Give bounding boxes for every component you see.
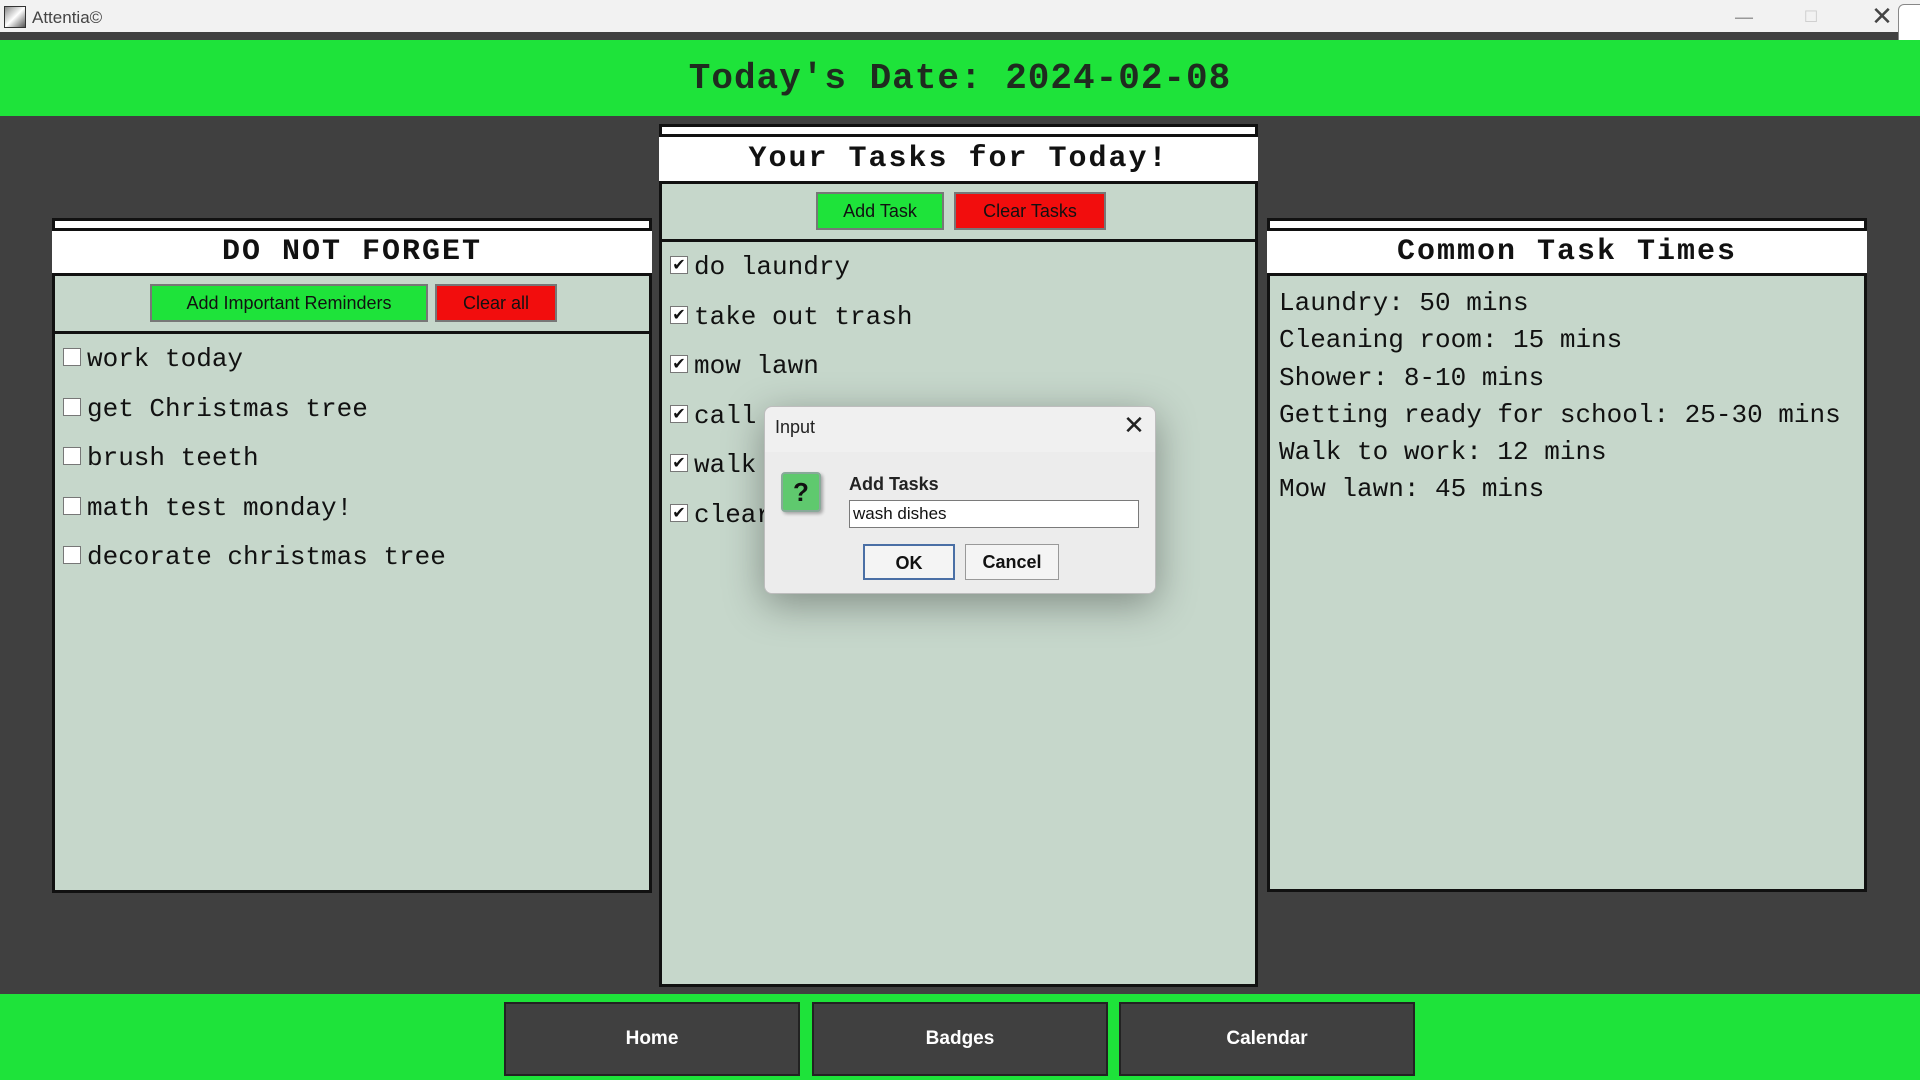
checkbox[interactable]	[63, 398, 81, 416]
clear-reminders-button[interactable]: Clear all	[435, 284, 557, 322]
tasks-list: ✔ do laundry ✔ take out trash ✔ mow lawn…	[659, 242, 1258, 987]
task-name-input[interactable]	[849, 500, 1139, 528]
bottom-nav-bar: Home Badges Calendar	[0, 994, 1920, 1080]
checkbox[interactable]: ✔	[670, 454, 688, 472]
clear-tasks-button[interactable]: Clear Tasks	[954, 192, 1106, 230]
task-time-item: Getting ready for school: 25-30 mins	[1279, 400, 1841, 430]
checkbox[interactable]: ✔	[670, 306, 688, 324]
tasks-button-bar: Add Task Clear Tasks	[659, 184, 1258, 242]
panel-top-strip	[1267, 218, 1867, 228]
cancel-button[interactable]: Cancel	[965, 544, 1059, 580]
todays-date: Today's Date: 2024-02-08	[688, 58, 1232, 99]
window-titlebar: Attentia© — ☐ ✕	[0, 0, 1920, 36]
reminder-label: brush teeth	[87, 443, 259, 473]
window-title: Attentia©	[32, 8, 103, 27]
add-task-dialog: Input ✕ ? Add Tasks OK Cancel	[764, 406, 1156, 594]
task-label: clear	[694, 500, 773, 530]
reminders-panel: DO NOT FORGET Add Important Reminders Cl…	[52, 218, 652, 893]
reminder-label: get Christmas tree	[87, 394, 368, 424]
reminders-button-bar: Add Important Reminders Clear all	[52, 276, 652, 334]
checkbox[interactable]	[63, 348, 81, 366]
nav-calendar-button[interactable]: Calendar	[1119, 1002, 1415, 1076]
tasks-title: Your Tasks for Today!	[659, 134, 1258, 184]
reminder-label: work today	[87, 344, 244, 374]
checkbox[interactable]	[63, 497, 81, 515]
task-label: take out trash	[694, 302, 913, 332]
nav-badges-button[interactable]: Badges	[812, 1002, 1108, 1076]
minimize-icon[interactable]: —	[1724, 2, 1764, 32]
add-task-button[interactable]: Add Task	[816, 192, 944, 230]
checkbox[interactable]: ✔	[670, 256, 688, 274]
task-label: walk	[694, 450, 757, 480]
maximize-icon[interactable]: ☐	[1791, 2, 1831, 32]
checkbox[interactable]: ✔	[670, 504, 688, 522]
task-label: call	[694, 401, 757, 431]
app-logo-icon	[4, 6, 26, 28]
date-header: Today's Date: 2024-02-08	[0, 40, 1920, 116]
add-reminder-button[interactable]: Add Important Reminders	[150, 284, 428, 322]
nav-home-button[interactable]: Home	[504, 1002, 800, 1076]
checkbox[interactable]	[63, 546, 81, 564]
task-times-panel: Common Task Times Laundry: 50 mins Clean…	[1267, 218, 1867, 892]
reminder-label: math test monday!	[87, 493, 353, 523]
checkbox[interactable]: ✔	[670, 355, 688, 373]
ok-button[interactable]: OK	[863, 544, 955, 580]
task-time-item: Mow lawn: 45 mins	[1279, 474, 1545, 504]
close-window-icon[interactable]: ✕	[1862, 2, 1902, 32]
task-time-item: Walk to work: 12 mins	[1279, 437, 1607, 467]
dialog-body: ? Add Tasks OK Cancel	[765, 452, 1155, 593]
task-label: mow lawn	[694, 351, 819, 381]
question-icon: ?	[781, 472, 821, 512]
reminder-label: decorate christmas tree	[87, 542, 446, 572]
panel-top-strip	[52, 218, 652, 228]
task-label: do laundry	[694, 252, 851, 282]
task-time-item: Laundry: 50 mins	[1279, 288, 1529, 318]
task-times-list: Laundry: 50 mins Cleaning room: 15 mins …	[1267, 276, 1867, 892]
reminders-list: work today get Christmas tree brush teet…	[52, 334, 652, 893]
task-time-item: Shower: 8-10 mins	[1279, 363, 1545, 393]
task-time-item: Cleaning room: 15 mins	[1279, 325, 1623, 355]
reminders-title: DO NOT FORGET	[52, 228, 652, 276]
checkbox[interactable]	[63, 447, 81, 465]
dialog-title: Input	[775, 417, 816, 437]
checkbox[interactable]: ✔	[670, 405, 688, 423]
panel-top-strip	[659, 124, 1258, 134]
task-times-title: Common Task Times	[1267, 228, 1867, 276]
dialog-prompt-label: Add Tasks	[849, 474, 939, 494]
dialog-close-icon[interactable]: ✕	[1117, 411, 1151, 441]
